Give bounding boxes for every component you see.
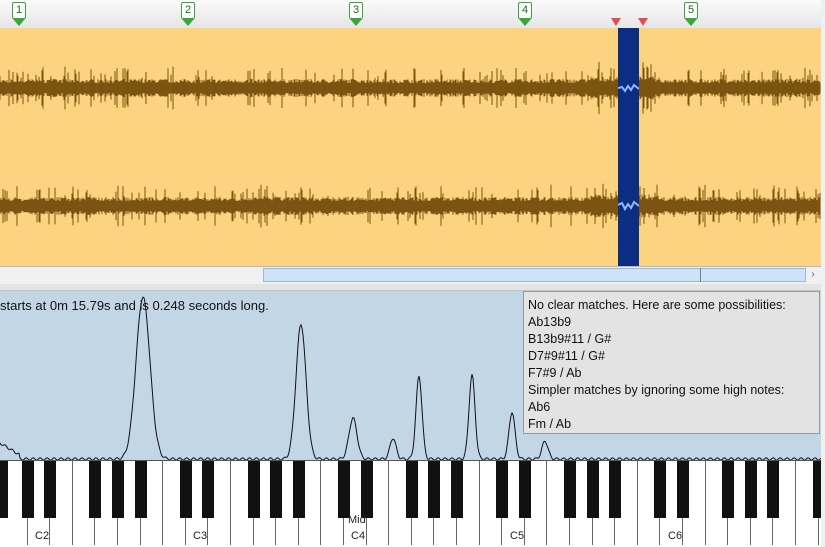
octave-label-c5: C5 bbox=[510, 530, 525, 542]
chord-matches-panel: No clear matches. Here are some possibil… bbox=[523, 291, 820, 434]
piano-black-key[interactable] bbox=[338, 461, 350, 518]
piano-black-key[interactable] bbox=[202, 461, 215, 518]
marker-label: 3 bbox=[349, 2, 363, 19]
octave-label-c2: C2 bbox=[35, 530, 50, 542]
piano-black-key[interactable] bbox=[654, 461, 667, 518]
marker-pointer-icon bbox=[13, 19, 25, 26]
piano-black-key[interactable] bbox=[677, 461, 689, 518]
piano-black-key[interactable] bbox=[89, 461, 102, 518]
piano-black-key[interactable] bbox=[722, 461, 735, 518]
piano-black-key[interactable] bbox=[270, 461, 283, 518]
piano-black-key[interactable] bbox=[292, 461, 305, 518]
piano-black-key[interactable] bbox=[0, 461, 8, 518]
marker-pointer-icon bbox=[350, 19, 362, 26]
chord-match: F7#9 / Ab bbox=[528, 366, 582, 380]
piano-black-key[interactable] bbox=[134, 461, 147, 518]
window-edge bbox=[821, 0, 825, 547]
selection-end-handle-icon[interactable] bbox=[638, 18, 648, 26]
marker-2[interactable]: 2 bbox=[181, 2, 195, 26]
waveform-graphic bbox=[0, 61, 821, 231]
marker-3[interactable]: 3 bbox=[349, 2, 363, 26]
piano-black-key[interactable] bbox=[247, 461, 260, 518]
simpler-matches-header: Simpler matches by ignoring some high no… bbox=[528, 383, 785, 397]
playback-selection[interactable] bbox=[617, 28, 640, 266]
marker-pointer-icon bbox=[685, 19, 697, 26]
marker-label: 1 bbox=[12, 2, 26, 19]
piano-black-key[interactable] bbox=[360, 461, 373, 518]
horizontal-scrollbar[interactable]: › bbox=[0, 266, 821, 285]
piano-black-key[interactable] bbox=[609, 461, 622, 518]
selection-info-text: starts at 0m 15.79s and is 0.248 seconds… bbox=[0, 298, 269, 313]
marker-5[interactable]: 5 bbox=[684, 2, 698, 26]
marker-label: 5 bbox=[684, 2, 698, 19]
waveform-view[interactable] bbox=[0, 28, 821, 266]
simpler-match: Fm / Ab bbox=[528, 417, 572, 431]
piano-black-key[interactable] bbox=[44, 461, 57, 518]
waveform-channel-right bbox=[0, 181, 821, 231]
piano-black-key[interactable] bbox=[744, 461, 757, 518]
chord-match: B13b9#11 / G# bbox=[528, 332, 612, 346]
marker-pointer-icon bbox=[182, 19, 194, 26]
piano-black-key[interactable] bbox=[518, 461, 531, 518]
piano-black-key[interactable] bbox=[586, 461, 599, 518]
selection-waveform bbox=[617, 83, 640, 212]
marker-1[interactable]: 1 bbox=[12, 2, 26, 26]
waveform-channel-left bbox=[0, 61, 821, 115]
octave-label-c4: C4 bbox=[351, 530, 366, 542]
pane-splitter[interactable] bbox=[0, 284, 821, 291]
marker-pointer-icon bbox=[519, 19, 531, 26]
octave-label-c6: C6 bbox=[668, 530, 683, 542]
piano-black-key[interactable] bbox=[767, 461, 780, 518]
marker-label: 4 bbox=[518, 2, 532, 19]
piano-black-key[interactable] bbox=[451, 461, 463, 518]
piano-black-key[interactable] bbox=[179, 461, 192, 518]
scroll-right-arrow-icon[interactable]: › bbox=[806, 268, 820, 282]
chord-match: Ab13b9 bbox=[528, 315, 572, 329]
marker-ruler[interactable]: 1 2 3 4 5 bbox=[0, 0, 821, 29]
octave-label-c3: C3 bbox=[193, 530, 208, 542]
marker-label: 2 bbox=[181, 2, 195, 19]
chord-panel-header: No clear matches. Here are some possibil… bbox=[528, 298, 786, 312]
selection-start-handle-icon[interactable] bbox=[611, 18, 621, 26]
scrollbar-thumb[interactable] bbox=[263, 268, 806, 282]
scroll-position-indicator bbox=[700, 268, 701, 282]
piano-black-key[interactable] bbox=[428, 461, 441, 518]
marker-4[interactable]: 4 bbox=[518, 2, 532, 26]
piano-black-key[interactable] bbox=[496, 461, 509, 518]
middle-c-label: Mid bbox=[348, 514, 366, 526]
piano-keyboard[interactable]: C2 C3 C4 C5 C6 Mid bbox=[0, 460, 825, 545]
chord-match: D7#9#11 / G# bbox=[528, 349, 605, 363]
piano-black-key[interactable] bbox=[564, 461, 576, 518]
simpler-match: Ab6 bbox=[528, 400, 551, 414]
piano-black-key[interactable] bbox=[112, 461, 124, 518]
piano-black-key[interactable] bbox=[405, 461, 418, 518]
piano-black-key[interactable] bbox=[21, 461, 34, 518]
